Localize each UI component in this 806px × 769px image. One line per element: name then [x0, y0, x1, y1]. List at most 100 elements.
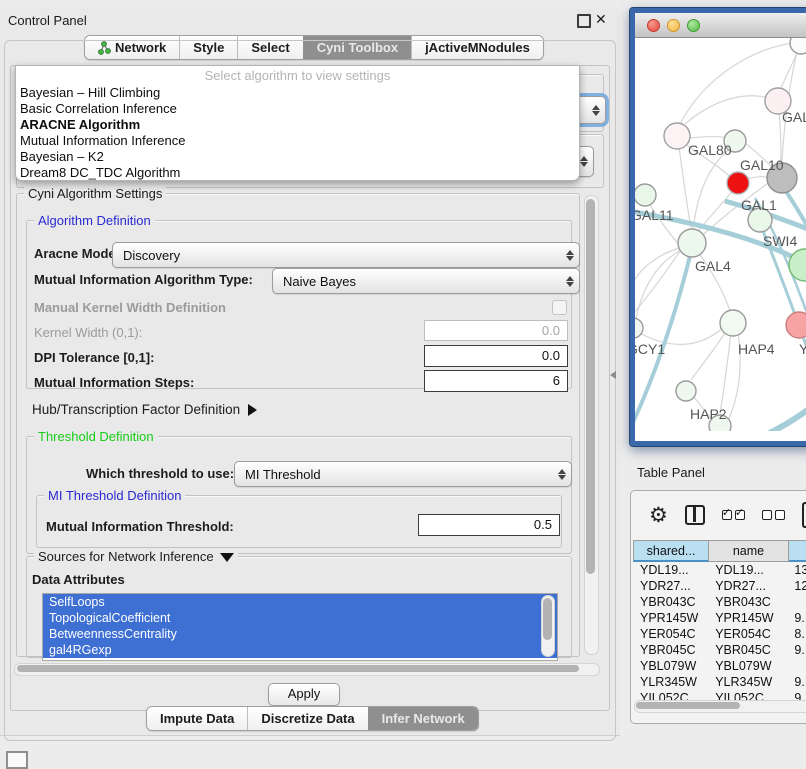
select-all-icon[interactable]	[722, 510, 745, 520]
table-cell: YPR145W	[633, 610, 708, 626]
table-cell	[787, 594, 806, 610]
kernel-width-field[interactable]: 0.0	[424, 320, 568, 341]
settings-horizontal-scrollbar[interactable]	[14, 663, 600, 676]
algorithm-option[interactable]: Bayesian – Hill Climbing	[16, 85, 579, 101]
network-edge[interactable]	[679, 147, 691, 228]
kernel-width-label: Kernel Width (0,1):	[34, 325, 142, 340]
table-row[interactable]: YIL052CYIL052C9	[633, 690, 806, 700]
table-row[interactable]: YER054CYER054C8.	[633, 626, 806, 642]
split-columns-icon[interactable]	[685, 505, 705, 525]
deselect-all-icon[interactable]	[762, 510, 785, 520]
table-panel: ⚙ shared... name YDL19...YDL19...13YDR27…	[630, 490, 806, 724]
column-header-name[interactable]: name	[709, 540, 789, 562]
network-edge[interactable]	[720, 333, 731, 414]
table-row[interactable]: YBR043CYBR043C	[633, 594, 806, 610]
network-edge[interactable]	[779, 112, 781, 162]
control-panel: Control Panel ✕ NetworkStyleSelectCyni T…	[0, 8, 620, 736]
node-label: HAP2	[690, 406, 727, 422]
close-icon[interactable]: ✕	[595, 9, 607, 29]
attribute-list-item[interactable]: SelfLoops	[43, 594, 557, 610]
column-header-shared[interactable]: shared...	[633, 540, 709, 562]
table-cell: YIL052C	[633, 690, 708, 700]
table-horizontal-scrollbar[interactable]	[634, 700, 806, 713]
collapse-down-icon	[220, 553, 234, 562]
network-canvas[interactable]: GALGAL80GAL10GAL1GAL11GAL4SWI4GCY1HAP4YH…	[635, 38, 806, 431]
network-edge[interactable]	[685, 96, 776, 124]
attribute-list-item[interactable]: gal4RGexp	[43, 642, 557, 658]
partial-toolbar-icon[interactable]	[802, 502, 806, 528]
float-window-icon[interactable]	[577, 14, 591, 28]
network-edge[interactable]	[747, 177, 768, 179]
network-node[interactable]	[664, 123, 690, 149]
tab-impute-data[interactable]: Impute Data	[147, 707, 247, 730]
network-node[interactable]	[790, 38, 806, 54]
zoom-traffic-light-icon[interactable]	[687, 19, 700, 32]
table-row[interactable]: YBL079WYBL079W	[633, 658, 806, 674]
mi-type-label: Mutual Information Algorithm Type:	[34, 272, 253, 287]
network-node[interactable]	[678, 229, 706, 257]
table-cell: YDL19...	[708, 562, 787, 578]
mi-threshold-field[interactable]: 0.5	[418, 514, 560, 536]
dropdown-placeholder: Select algorithm to view settings	[16, 66, 579, 85]
attribute-list-item[interactable]: TopologicalCoefficient	[43, 610, 557, 626]
network-node[interactable]	[635, 184, 656, 206]
network-node[interactable]	[786, 312, 806, 338]
node-label: GAL	[782, 109, 806, 125]
table-cell: YER054C	[633, 626, 708, 642]
bottom-tab-bar: Impute DataDiscretize DataInfer Network	[146, 706, 479, 731]
threshold-definition-title: Threshold Definition	[34, 429, 158, 444]
table-row[interactable]: YPR145WYPR145W9.	[633, 610, 806, 626]
column-header-cut[interactable]	[789, 540, 806, 562]
algorithm-option[interactable]: Dream8 DC_TDC Algorithm	[16, 165, 579, 181]
network-node[interactable]	[727, 172, 749, 194]
settings-gear-icon[interactable]: ⚙	[649, 505, 668, 525]
table-toolbar: ⚙	[631, 491, 806, 539]
table-row[interactable]: YBR045CYBR045C9.	[633, 642, 806, 658]
mi-threshold-definition-title: MI Threshold Definition	[44, 488, 185, 503]
mi-algorithm-type-combo[interactable]: Naive Bayes	[272, 268, 580, 294]
node-label: GAL11	[635, 207, 674, 223]
table-cell: YER054C	[708, 626, 787, 642]
algorithm-option[interactable]: ARACNE Algorithm	[16, 117, 579, 133]
network-node[interactable]	[676, 381, 696, 401]
apply-button[interactable]: Apply	[268, 683, 340, 706]
aracne-mode-combo[interactable]: Discovery	[112, 242, 580, 268]
network-node[interactable]	[720, 310, 746, 336]
tab-infer-network[interactable]: Infer Network	[368, 707, 478, 730]
algorithm-option[interactable]: Mutual Information Inference	[16, 133, 579, 149]
dpi-tolerance-field[interactable]: 0.0	[424, 345, 568, 367]
attribute-list-item[interactable]: BetweennessCentrality	[43, 626, 557, 642]
algorithm-option[interactable]: Basic Correlation Inference	[16, 101, 579, 117]
network-window-titlebar[interactable]	[635, 13, 806, 38]
settings-vertical-scrollbar[interactable]	[584, 195, 599, 655]
table-cell: 9.	[787, 610, 806, 626]
data-attributes-list[interactable]: SelfLoopsTopologicalCoefficientBetweenne…	[42, 593, 558, 661]
settings-group-title: Cyni Algorithm Settings	[24, 186, 166, 201]
combo-arrows-icon	[587, 97, 605, 123]
combo-arrows-icon	[561, 243, 579, 267]
network-edge[interactable]	[693, 146, 733, 230]
split-pane-grip-icon[interactable]	[610, 371, 616, 379]
control-panel-title: Control Panel	[8, 13, 87, 28]
node-label: GCY1	[635, 341, 665, 357]
dpi-tolerance-label: DPI Tolerance [0,1]:	[34, 350, 154, 365]
node-label: GAL1	[741, 197, 777, 213]
tab-discretize-data[interactable]: Discretize Data	[247, 707, 367, 730]
sources-group-title[interactable]: Sources for Network Inference	[34, 549, 238, 564]
which-threshold-combo[interactable]: MI Threshold	[234, 461, 572, 487]
network-node[interactable]	[635, 318, 643, 338]
network-edge[interactable]	[690, 137, 726, 139]
hub-tf-definition-toggle[interactable]: Hub/Transcription Factor Definition	[32, 402, 257, 417]
algorithm-option[interactable]: Bayesian – K2	[16, 149, 579, 165]
minimize-traffic-light-icon[interactable]	[667, 19, 680, 32]
manual-kernel-checkbox[interactable]	[552, 300, 567, 315]
table-row[interactable]: YDL19...YDL19...13	[633, 562, 806, 578]
mi-steps-field[interactable]: 6	[424, 370, 568, 392]
attributes-list-scrollbar[interactable]	[541, 595, 555, 657]
hidden-panel-icon[interactable]	[6, 751, 28, 769]
table-cell: 13	[787, 562, 806, 578]
table-row[interactable]: YLR345WYLR345W9.	[633, 674, 806, 690]
table-row[interactable]: YDR27...YDR27...12	[633, 578, 806, 594]
mi-steps-label: Mutual Information Steps:	[34, 375, 194, 390]
close-traffic-light-icon[interactable]	[647, 19, 660, 32]
